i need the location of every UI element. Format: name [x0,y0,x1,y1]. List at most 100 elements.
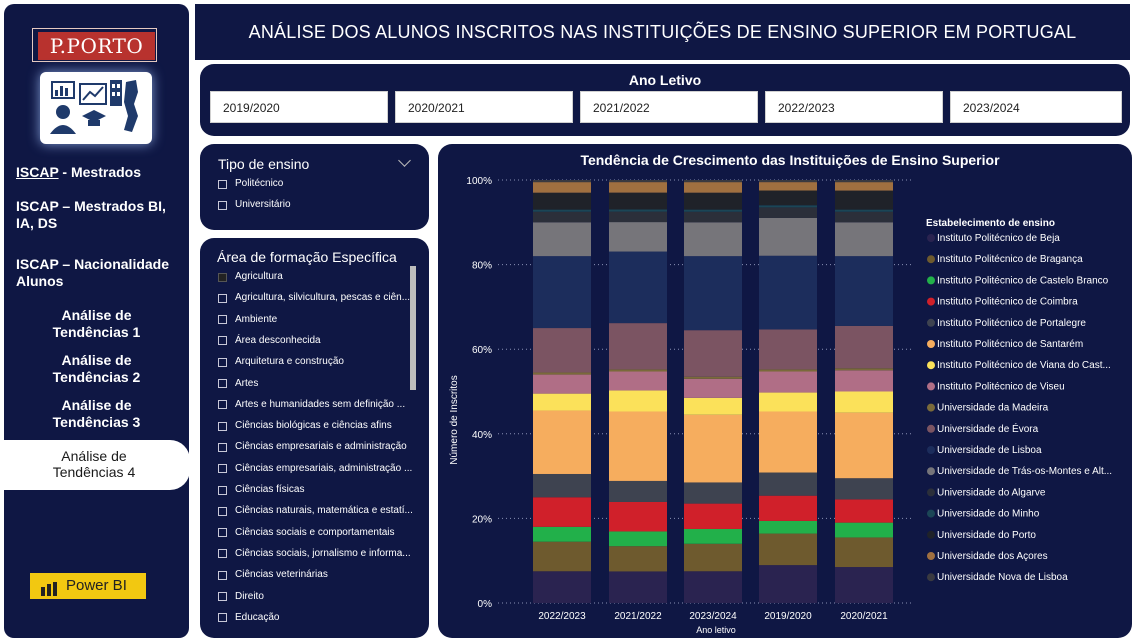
bar-segment[interactable] [609,192,667,210]
nav-tendencias-3[interactable]: Análise de Tendências 3 [4,397,189,431]
bar-segment[interactable] [609,546,667,572]
bar-segment[interactable] [835,180,893,183]
legend-item[interactable]: Instituto Politécnico de Santarém [937,339,1083,350]
chevron-down-icon[interactable] [398,154,411,167]
bar-segment[interactable] [835,211,893,223]
legend-item[interactable]: Universidade da Madeira [937,403,1049,414]
bar-segment[interactable] [684,222,742,257]
nav-tendencias-2[interactable]: Análise de Tendências 2 [4,352,189,386]
bar-segment[interactable] [533,328,591,373]
bar-segment[interactable] [835,368,893,371]
year-option[interactable]: 2021/2022 [580,91,758,123]
bar-segment[interactable] [835,256,893,326]
bar-segment[interactable] [684,503,742,529]
legend-item[interactable]: Instituto Politécnico de Coimbra [937,297,1078,308]
checkbox[interactable] [218,421,227,431]
bar-segment[interactable] [835,412,893,479]
area-option[interactable]: Arquitetura e construção [218,354,344,370]
legend-item[interactable]: Instituto Politécnico de Portalegre [937,318,1086,329]
bar-segment[interactable] [609,211,667,223]
area-option[interactable]: Artes e humanidades sem definição ... [218,397,405,413]
area-option[interactable]: Ciências veterinárias [218,567,328,583]
bar-segment[interactable] [684,376,742,379]
bar-segment[interactable] [759,255,817,330]
legend-item[interactable]: Instituto Politécnico de Beja [937,233,1060,244]
checkbox[interactable] [218,485,227,495]
bar-segment[interactable] [684,378,742,398]
nav-iscap-mestrados-bi[interactable]: ISCAP – Mestrados BI, IA, DS [4,198,189,232]
checkbox[interactable] [218,613,227,623]
bar-segment[interactable] [684,571,742,603]
bar-segment[interactable] [759,207,817,218]
bar-segment[interactable] [835,478,893,500]
bar-segment[interactable] [609,222,667,252]
bar-segment[interactable] [533,222,591,257]
checkbox[interactable] [218,592,227,601]
bar-segment[interactable] [684,330,742,377]
bar-segment[interactable] [759,411,817,473]
bar-segment[interactable] [533,182,591,193]
bar-segment[interactable] [759,371,817,393]
bar-segment[interactable] [684,209,742,212]
checkbox[interactable] [218,464,227,474]
checkbox[interactable] [218,506,227,516]
nav-iscap-mestrados[interactable]: ISCAP - Mestrados [4,164,189,181]
area-option[interactable]: Artes [218,376,258,392]
legend-item[interactable]: Instituto Politécnico de Bragança [937,254,1083,265]
year-option[interactable]: 2019/2020 [210,91,388,123]
bar-segment[interactable] [609,480,667,502]
legend-item[interactable]: Instituto Politécnico de Castelo Branco [937,275,1109,286]
checkbox[interactable] [218,400,227,410]
bar-segment[interactable] [759,392,817,412]
bar-segment[interactable] [609,209,667,212]
bar-segment[interactable] [835,522,893,538]
bar-segment[interactable] [835,325,893,369]
bar-segment[interactable] [759,182,817,191]
bar-segment[interactable] [759,369,817,372]
bar-segment[interactable] [684,528,742,544]
checkbox[interactable] [218,179,227,189]
checkbox[interactable] [218,528,227,538]
checkbox[interactable] [218,379,227,388]
legend-item[interactable]: Universidade Nova de Lisboa [937,572,1068,583]
bar-segment[interactable] [533,571,591,603]
bar-segment[interactable] [684,180,742,183]
bar-segment[interactable] [609,251,667,324]
bar-segment[interactable] [533,410,591,474]
checkbox[interactable] [218,336,227,346]
bar-segment[interactable] [609,531,667,547]
bar-segment[interactable] [609,180,667,183]
legend-item[interactable]: Universidade de Lisboa [937,445,1042,456]
bar-segment[interactable] [835,499,893,523]
legend-item[interactable]: Universidade do Minho [937,509,1040,520]
bar-segment[interactable] [684,414,742,483]
bar-segment[interactable] [759,217,817,256]
bar-segment[interactable] [835,370,893,392]
bar-segment[interactable] [759,180,817,183]
slicer-scrollbar[interactable] [410,266,416,390]
bar-segment[interactable] [533,192,591,210]
bar-segment[interactable] [684,192,742,210]
year-option[interactable]: 2020/2021 [395,91,573,123]
bar-segment[interactable] [759,520,817,534]
area-option[interactable]: Área desconhecida [218,333,321,349]
area-option[interactable]: Direito [218,589,264,605]
year-option[interactable]: 2022/2023 [765,91,943,123]
tipo-option-universitario[interactable]: Universitário [218,197,291,213]
bar-segment[interactable] [533,374,591,394]
bar-segment[interactable] [533,541,591,572]
bar-segment[interactable] [533,473,591,498]
checkbox[interactable] [218,315,227,325]
bar-segment[interactable] [533,209,591,212]
legend-item[interactable]: Universidade de Trás-os-Montes e Alt... [937,466,1112,477]
bar-segment[interactable] [533,211,591,223]
bar-segment[interactable] [759,472,817,496]
legend-item[interactable]: Universidade do Algarve [937,487,1046,498]
area-option[interactable]: Ciências empresariais, administração ... [218,461,412,477]
bar-segment[interactable] [609,323,667,370]
checkbox[interactable] [218,293,227,303]
nav-iscap-nacionalidade[interactable]: ISCAP – Nacionalidade Alunos [4,256,189,290]
bar-segment[interactable] [533,180,591,183]
bar-segment[interactable] [609,411,667,481]
area-option[interactable]: Ciências físicas [218,482,304,498]
